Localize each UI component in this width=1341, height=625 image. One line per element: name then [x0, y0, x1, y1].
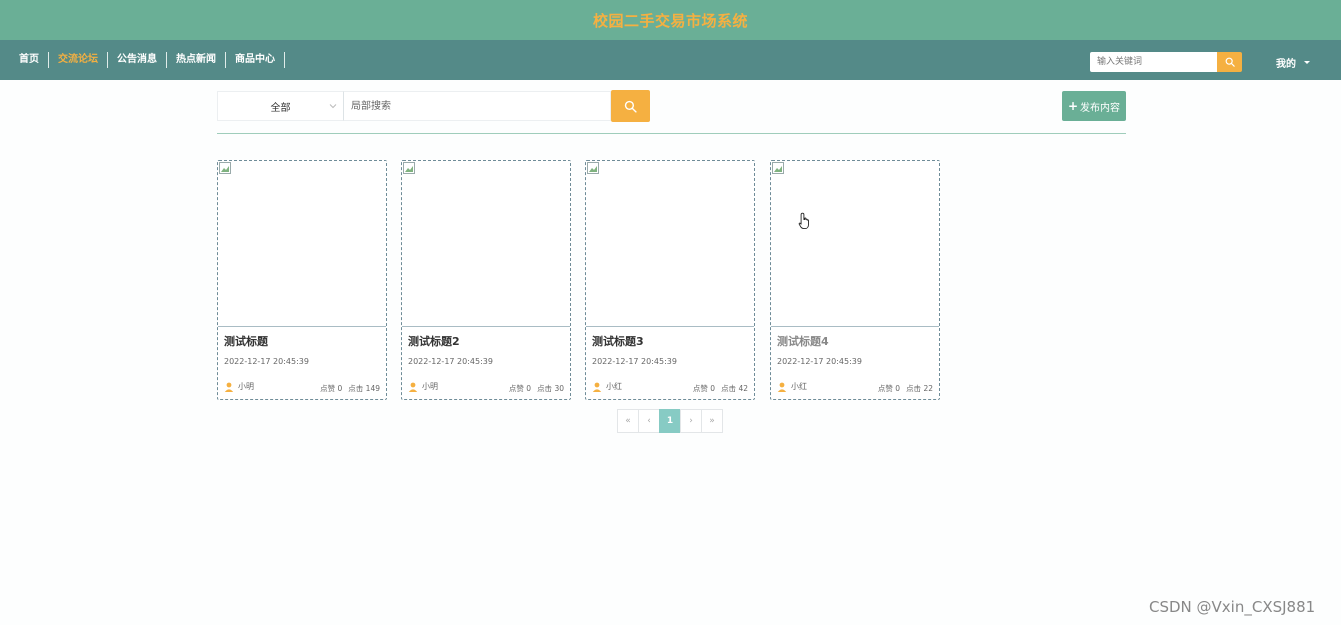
nav-item-product-center[interactable]: 商品中心	[226, 52, 285, 68]
post-clicks: 点击 30	[537, 384, 564, 393]
post-author: 小明	[408, 381, 438, 392]
post-likes: 点赞 0	[508, 384, 532, 393]
broken-image-icon	[772, 162, 784, 174]
user-icon	[777, 382, 787, 392]
post-clicks: 点击 42	[721, 384, 748, 393]
category-select[interactable]: 全部	[217, 91, 343, 121]
post-author-name: 小红	[606, 382, 622, 391]
post-author: 小红	[777, 381, 807, 392]
pagination: « ‹ 1 › »	[617, 409, 723, 433]
post-likes: 点赞 0	[692, 384, 716, 393]
chevron-down-icon	[329, 104, 337, 109]
post-date: 2022-12-17 20:45:39	[592, 357, 677, 366]
post-date: 2022-12-17 20:45:39	[777, 357, 862, 366]
divider	[217, 133, 1126, 134]
user-menu-label: 我的	[1276, 59, 1296, 70]
post-image[interactable]	[771, 161, 939, 327]
post-author: 小明	[224, 381, 254, 392]
user-icon	[408, 382, 418, 392]
post-date: 2022-12-17 20:45:39	[408, 357, 493, 366]
post-date: 2022-12-17 20:45:39	[224, 357, 309, 366]
post-stats: 点赞 0 点击 30	[509, 383, 564, 394]
hand-pointer-cursor-icon	[798, 212, 809, 230]
user-icon	[224, 382, 234, 392]
post-title[interactable]: 测试标题3	[592, 333, 644, 349]
local-search-input[interactable]	[343, 91, 611, 121]
page-last-button[interactable]: »	[701, 409, 723, 433]
nav-list: 首页 交流论坛 公告消息 热点新闻 商品中心	[10, 52, 285, 68]
page-number-current[interactable]: 1	[659, 409, 681, 433]
post-title[interactable]: 测试标题4	[777, 333, 829, 349]
broken-image-icon	[403, 162, 415, 174]
local-search-button[interactable]	[611, 90, 650, 122]
site-title: 校园二手交易市场系统	[592, 11, 748, 30]
post-stats: 点赞 0 点击 149	[320, 383, 380, 394]
nav-item-home[interactable]: 首页	[10, 52, 49, 68]
post-author-name: 小明	[422, 382, 438, 391]
user-icon	[592, 382, 602, 392]
post-author-name: 小明	[238, 382, 254, 391]
post-image[interactable]	[586, 161, 754, 327]
category-select-value: 全部	[270, 102, 291, 114]
post-author-name: 小红	[791, 382, 807, 391]
publish-button-label: 发布内容	[1080, 102, 1121, 114]
post-card[interactable]: 测试标题2 2022-12-17 20:45:39 小明 点赞 0 点击 30	[401, 160, 571, 400]
post-card[interactable]: 测试标题4 2022-12-17 20:45:39 小红 点赞 0 点击 22	[770, 160, 940, 400]
page-next-button[interactable]: ›	[680, 409, 702, 433]
search-icon	[1225, 57, 1235, 67]
nav-item-forum[interactable]: 交流论坛	[49, 52, 108, 68]
post-clicks: 点击 149	[348, 384, 380, 393]
page-prev-button[interactable]: ‹	[638, 409, 660, 433]
nav-item-hot-news[interactable]: 热点新闻	[167, 52, 226, 68]
post-image[interactable]	[218, 161, 386, 327]
post-likes: 点赞 0	[320, 384, 343, 393]
top-search	[1090, 52, 1242, 72]
post-likes: 点赞 0	[877, 384, 901, 393]
post-stats: 点赞 0 点击 42	[693, 383, 748, 394]
post-title[interactable]: 测试标题	[224, 333, 268, 349]
user-menu[interactable]: 我的	[1276, 55, 1310, 70]
post-card[interactable]: 测试标题3 2022-12-17 20:45:39 小红 点赞 0 点击 42	[585, 160, 755, 400]
top-search-button[interactable]	[1217, 52, 1242, 72]
post-title[interactable]: 测试标题2	[408, 333, 460, 349]
publish-button[interactable]: + 发布内容	[1062, 91, 1126, 121]
broken-image-icon	[587, 162, 599, 174]
post-stats: 点赞 0 点击 22	[878, 383, 933, 394]
top-search-input[interactable]	[1090, 52, 1217, 72]
post-clicks: 点击 22	[906, 384, 933, 393]
plus-icon: +	[1067, 99, 1079, 113]
caret-down-icon	[1304, 61, 1310, 64]
post-author: 小红	[592, 381, 622, 392]
broken-image-icon	[219, 162, 231, 174]
watermark: CSDN @Vxin_CXSJ881	[1149, 598, 1316, 616]
page-first-button[interactable]: «	[617, 409, 639, 433]
nav-item-announcements[interactable]: 公告消息	[108, 52, 167, 68]
search-icon	[624, 100, 637, 113]
post-image[interactable]	[402, 161, 570, 327]
title-bar: 校园二手交易市场系统	[0, 0, 1341, 40]
post-card[interactable]: 测试标题 2022-12-17 20:45:39 小明 点赞 0 点击 149	[217, 160, 387, 400]
